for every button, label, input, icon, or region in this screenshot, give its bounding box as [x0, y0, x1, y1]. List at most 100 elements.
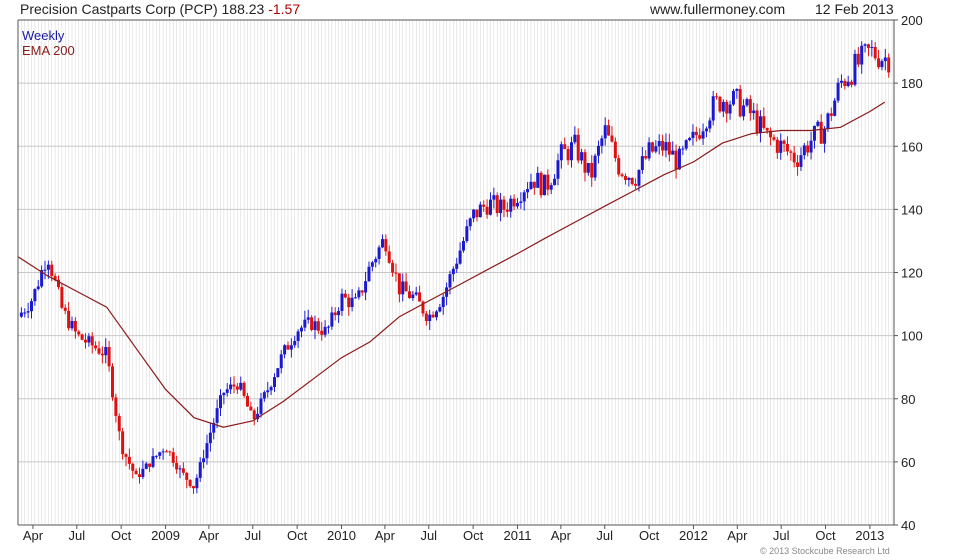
candle-body: [353, 297, 357, 299]
candle-body: [323, 326, 327, 335]
candle-body: [576, 134, 580, 161]
candle-body: [623, 176, 627, 180]
candle-body: [492, 195, 496, 200]
candle-body: [19, 312, 23, 317]
candle-body: [289, 345, 293, 350]
x-tick-label: Oct: [815, 528, 836, 543]
candle-body: [77, 331, 81, 335]
candle-body: [205, 443, 209, 459]
candle-body: [843, 80, 847, 86]
candle-body: [374, 258, 378, 263]
candle-body: [242, 382, 246, 396]
candle-body: [441, 296, 445, 308]
candle-body: [627, 177, 631, 180]
x-tick-label: Apr: [199, 528, 220, 543]
candle-body: [556, 160, 560, 179]
copyright-text: © 2013 Stockcube Research Ltd: [760, 546, 890, 556]
candle-body: [887, 57, 891, 73]
candle-body: [195, 477, 199, 489]
candle-body: [414, 292, 418, 295]
candle-body: [536, 172, 540, 188]
x-tick-label: Jul: [244, 528, 261, 543]
candle-body: [127, 456, 131, 464]
candle-body: [735, 88, 739, 91]
candle-body: [29, 301, 33, 312]
candle-body: [715, 96, 719, 98]
candle-body: [853, 53, 857, 85]
candle-body: [316, 321, 320, 331]
y-tick-label: 160: [901, 139, 923, 154]
candle-body: [880, 61, 884, 68]
candle-body: [458, 250, 462, 264]
candle-body: [839, 80, 843, 83]
x-tick-label: Jul: [596, 528, 613, 543]
candle-body: [772, 137, 776, 140]
candle-body: [114, 397, 118, 416]
candle-body: [475, 209, 479, 218]
candle-body: [313, 321, 317, 330]
candle-body: [397, 273, 401, 295]
candle-body: [742, 105, 746, 117]
candle-body: [755, 110, 759, 134]
x-tick-label: Oct: [639, 528, 660, 543]
candle-body: [94, 345, 98, 349]
y-tick-label: 140: [901, 202, 923, 217]
candle-body: [347, 297, 351, 308]
candle-body: [148, 463, 152, 467]
candle-body: [60, 287, 64, 308]
legend-ema: EMA 200: [22, 43, 75, 58]
candle-body: [499, 199, 503, 214]
x-tick-label: Apr: [375, 528, 396, 543]
candle-body: [809, 140, 813, 153]
x-tick-label: Apr: [23, 528, 44, 543]
candle-body: [681, 148, 685, 150]
candle-body: [468, 218, 472, 227]
x-tick-label: 2013: [855, 528, 884, 543]
candle-body: [343, 293, 347, 298]
candle-body: [850, 81, 854, 85]
candle-body: [141, 468, 145, 478]
candle-body: [117, 415, 121, 432]
candle-body: [67, 310, 71, 329]
candle-body: [684, 140, 688, 149]
candle-body: [596, 145, 600, 156]
candle-body: [694, 131, 698, 136]
candle-body: [745, 99, 749, 106]
candle-body: [188, 479, 192, 487]
candle-body: [664, 142, 668, 151]
candle-body: [698, 135, 702, 139]
candle-body: [539, 172, 543, 196]
candle-body: [779, 140, 783, 153]
x-tick-label: 2011: [503, 528, 531, 543]
candle-body: [799, 155, 803, 167]
x-tick-label: 2012: [679, 528, 708, 543]
candle-body: [198, 462, 202, 478]
candle-body: [856, 53, 860, 65]
candle-body: [70, 320, 74, 329]
candle-body: [124, 454, 128, 457]
candle-body: [191, 486, 195, 489]
candle-body: [563, 144, 567, 150]
candle-body: [505, 209, 509, 212]
candle-body: [110, 366, 114, 398]
candle-body: [418, 292, 422, 302]
candle-body: [367, 266, 371, 282]
candle-body: [775, 139, 779, 153]
candle-body: [640, 156, 644, 170]
candle-body: [613, 141, 617, 159]
candle-body: [168, 451, 172, 453]
candle-body: [137, 474, 141, 478]
candle-body: [762, 116, 766, 128]
candle-body: [488, 199, 492, 215]
candle-body: [546, 174, 550, 190]
candle-body: [485, 206, 489, 215]
x-tick-label: Apr: [727, 528, 748, 543]
candle-body: [721, 101, 725, 112]
candle-body: [161, 451, 165, 453]
x-tick-label: 2009: [151, 528, 180, 543]
price-chart: 40 60 80 100 120 140 160 180 200 Apr Jul Oct 2009 Apr…: [17, 13, 923, 543]
candle-body: [671, 150, 675, 155]
candle-body: [36, 286, 40, 290]
candle-body: [542, 174, 546, 196]
candle-body: [688, 138, 692, 141]
